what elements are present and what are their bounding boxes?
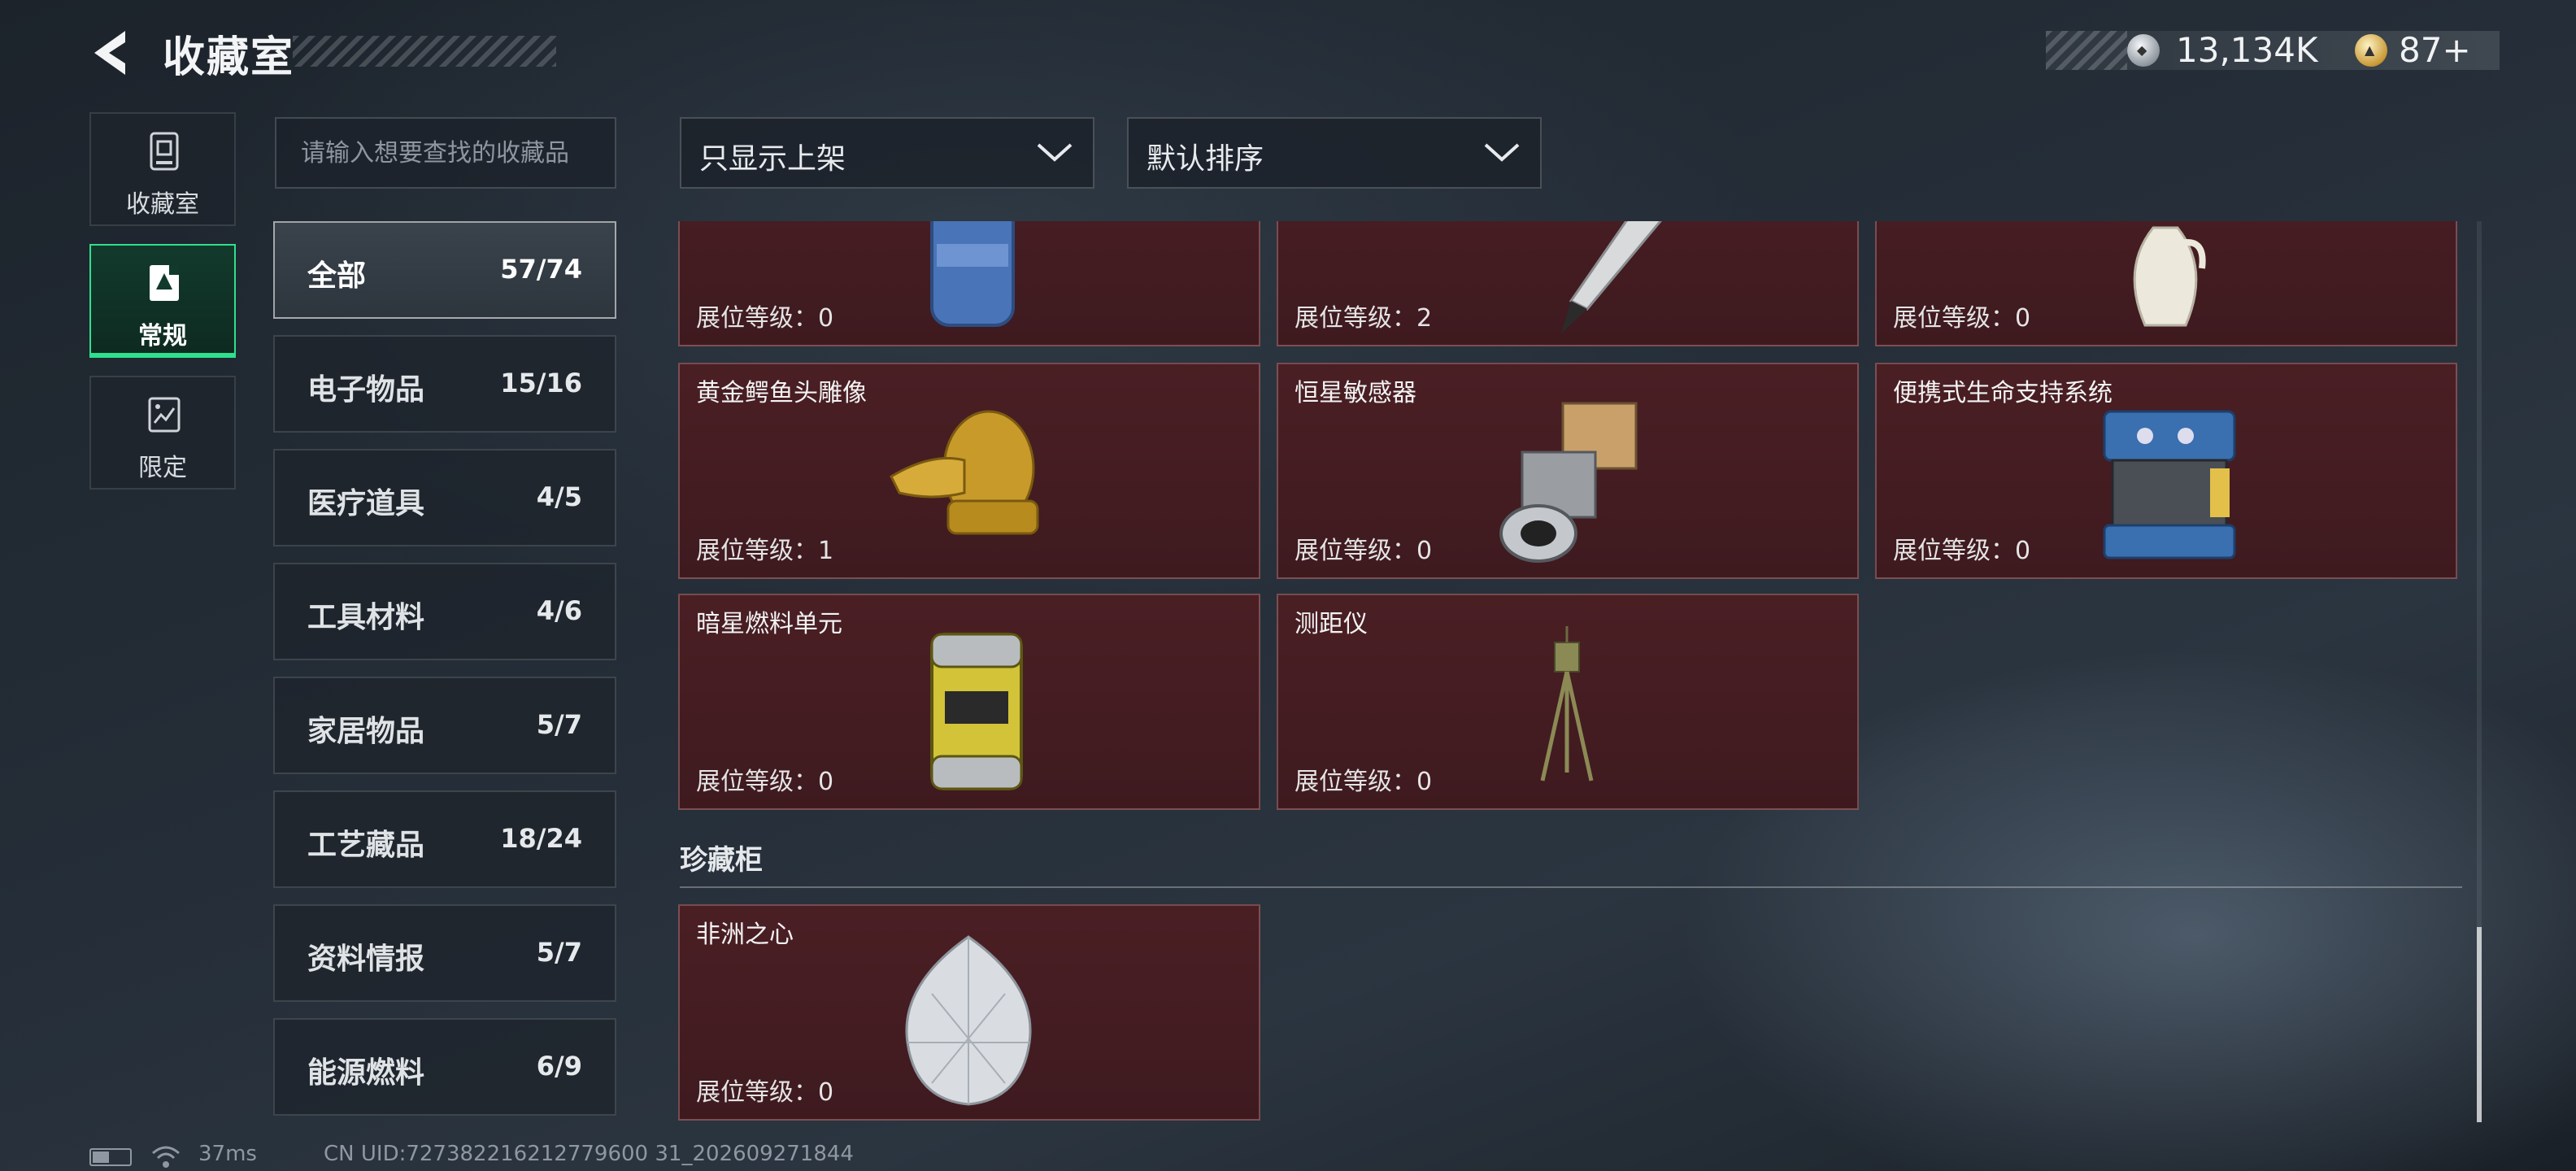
ping-readout: 37ms [198, 1142, 257, 1166]
item-level: 展位等级：0 [1893, 304, 2031, 333]
chevron-down-icon [1037, 143, 1073, 162]
back-arrow-icon [94, 31, 125, 75]
category-name: 全部 [307, 259, 367, 293]
item-name: 黄金鳄鱼头雕像 [696, 379, 867, 407]
display-cabinet-icon [150, 132, 179, 171]
side-tab-label: 常规 [138, 322, 187, 350]
item-card[interactable]: 展位等级：2 [1277, 221, 1859, 346]
battery-icon [89, 1148, 132, 1166]
item-level: 展位等级：0 [696, 1078, 834, 1107]
item-card[interactable]: 暗星燃料单元 展位等级：0 [678, 594, 1260, 810]
category-count: 6/9 [536, 1051, 582, 1082]
category-name: 家居物品 [307, 715, 425, 748]
side-tab-limited[interactable]: 限定 [89, 376, 236, 490]
item-card[interactable]: 恒星敏感器 展位等级：0 [1277, 363, 1859, 579]
item-card[interactable]: 黄金鳄鱼头雕像 展位等级：1 [678, 363, 1260, 579]
rangefinder-tripod-icon [1540, 626, 1594, 781]
category-count: 5/7 [536, 937, 582, 968]
category-name: 资料情报 [307, 942, 425, 976]
category-count: 4/6 [536, 595, 582, 626]
category-name: 能源燃料 [307, 1056, 425, 1090]
back-button[interactable] [88, 28, 137, 78]
category-name: 电子物品 [307, 373, 425, 407]
category-name: 工艺藏品 [307, 829, 425, 862]
category-medical[interactable]: 医疗道具 4/5 [273, 449, 616, 546]
item-name: 非洲之心 [696, 921, 794, 949]
item-level: 展位等级：0 [1295, 537, 1433, 565]
sort-dropdown[interactable]: 默认排序 [1127, 117, 1542, 189]
gas-canister-icon [930, 221, 1015, 327]
wifi-icon [152, 1146, 180, 1168]
search-box[interactable] [275, 117, 616, 189]
category-name: 医疗道具 [307, 487, 425, 520]
display-filter-dropdown[interactable]: 只显示上架 [680, 117, 1094, 189]
category-household[interactable]: 家居物品 5/7 [273, 677, 616, 774]
item-level: 展位等级：0 [1893, 537, 2031, 565]
currency-bar: ◆ 13,134K ▲ 87+ [2046, 31, 2500, 70]
gold-balance: 87+ [2399, 30, 2471, 70]
category-crafts[interactable]: 工艺藏品 18/24 [273, 790, 616, 888]
item-level: 展位等级：1 [696, 537, 834, 565]
category-count: 15/16 [500, 368, 582, 398]
category-all[interactable]: 全部 57/74 [273, 221, 616, 319]
item-name: 恒星敏感器 [1295, 379, 1416, 407]
category-count: 5/7 [536, 709, 582, 740]
limited-collection-icon [148, 397, 181, 433]
regular-collection-icon [150, 265, 179, 301]
star-sensor-icon [1499, 402, 1638, 563]
category-count: 18/24 [500, 823, 582, 854]
silver-balance: 13,134K [2176, 30, 2318, 70]
side-tab-label: 收藏室 [126, 190, 199, 219]
item-level: 展位等级：0 [696, 304, 834, 333]
side-tab-label: 限定 [138, 454, 187, 482]
item-name: 暗星燃料单元 [696, 610, 842, 638]
category-electronics[interactable]: 电子物品 15/16 [273, 335, 616, 433]
search-input[interactable] [276, 119, 615, 187]
porcelain-vase-icon [2133, 226, 2206, 327]
gold-coin-icon: ▲ [2355, 34, 2387, 67]
fuel-cell-icon [930, 633, 1023, 790]
item-card[interactable]: 展位等级：0 [1875, 221, 2457, 346]
life-support-pack-icon [2103, 410, 2236, 559]
scrollbar[interactable] [2477, 221, 2482, 1122]
chevron-down-icon [1484, 143, 1520, 162]
sort-value: 默认排序 [1147, 142, 1264, 176]
item-name: 测距仪 [1295, 610, 1368, 638]
item-level: 展位等级：2 [1295, 304, 1433, 333]
item-level: 展位等级：0 [696, 768, 834, 796]
side-tab-regular[interactable]: 常规 [89, 244, 236, 358]
item-card[interactable]: 测距仪 展位等级：0 [1277, 594, 1859, 810]
category-tools[interactable]: 工具材料 4/6 [273, 563, 616, 660]
category-fuel[interactable]: 能源燃料 6/9 [273, 1018, 616, 1116]
category-name: 工具材料 [307, 601, 425, 634]
category-count: 4/5 [536, 481, 582, 512]
diamond-icon [905, 935, 1032, 1106]
item-grid[interactable]: 展位等级：0 展位等级：2 展位等级：0 黄金鳄鱼头雕像 展位等级：1 恒星敏感… [678, 221, 2467, 1132]
section-divider [680, 886, 2462, 888]
category-intel[interactable]: 资料情报 5/7 [273, 904, 616, 1002]
display-filter-value: 只显示上架 [699, 142, 846, 176]
fountain-pen-icon [1561, 221, 1662, 333]
golden-crocodile-statue-icon [890, 410, 1039, 535]
item-level: 展位等级：0 [1295, 768, 1433, 796]
category-count: 57/74 [500, 254, 582, 285]
vault-item-card[interactable]: 非洲之心 展位等级：0 [678, 904, 1260, 1121]
item-card[interactable]: 便携式生命支持系统 展位等级：0 [1875, 363, 2457, 579]
item-card[interactable]: 展位等级：0 [678, 221, 1260, 346]
title-decoration [293, 36, 556, 67]
scrollbar-thumb[interactable] [2477, 927, 2482, 1122]
side-tab-collection-room[interactable]: 收藏室 [89, 112, 236, 226]
silver-coin-icon: ◆ [2127, 34, 2160, 67]
page-title: 收藏室 [163, 33, 295, 82]
user-uid: CN UID:727382216212779600 31_20260927184… [324, 1142, 854, 1166]
vault-section-title: 珍藏柜 [680, 844, 763, 877]
